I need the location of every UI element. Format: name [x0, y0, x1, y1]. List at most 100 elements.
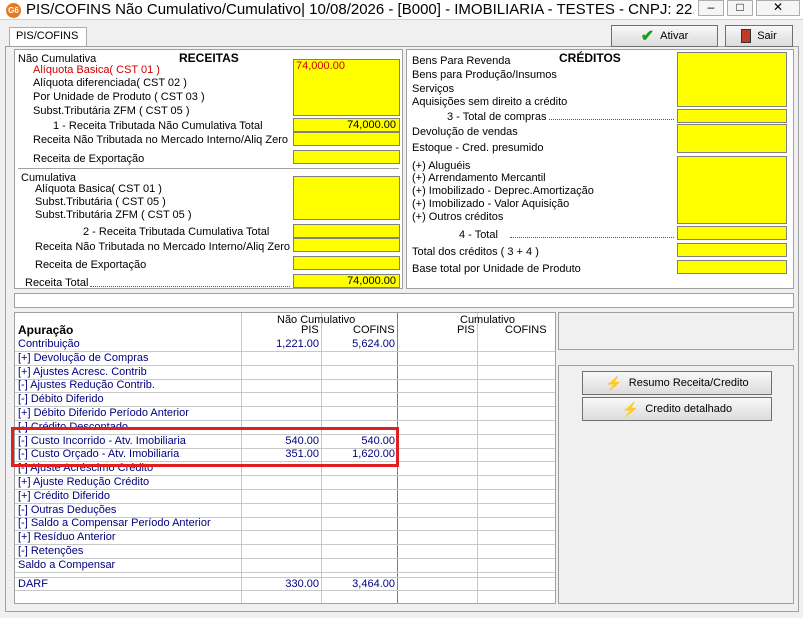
- darf-cofins: 3,464.00: [352, 578, 395, 590]
- apuracao-row[interactable]: [-] Outras Deduções: [15, 504, 555, 518]
- total-compras-label: 3 - Total de compras: [447, 111, 547, 123]
- lightning-icon: ⚡: [605, 374, 623, 391]
- activate-button[interactable]: ✔ Ativar: [611, 25, 718, 47]
- devolucao-label: Devolução de vendas: [412, 126, 518, 138]
- credit-label: Aquisições sem direito a crédito: [412, 96, 568, 108]
- credit-label: (+) Outros créditos: [412, 211, 504, 223]
- nc-cofins-value: [323, 559, 395, 572]
- checkmark-icon: ✔: [640, 28, 655, 45]
- credit-label: (+) Aluguéis: [412, 160, 471, 172]
- cum-row-label: Subst.Tributária ( CST 05 ): [35, 196, 166, 208]
- highlight-box: [11, 427, 399, 467]
- nc-exportacao-label: Receita de Exportação: [33, 153, 145, 165]
- apuracao-row[interactable]: [-] Saldo a Compensar Período Anterior: [15, 517, 555, 532]
- apuracao-row[interactable]: [+] Ajuste Redução Crédito: [15, 476, 555, 490]
- exit-button[interactable]: Sair: [725, 25, 793, 47]
- nc-pis-value: [243, 559, 319, 572]
- apuracao-row[interactable]: [+] Devolução de Compras: [15, 352, 555, 366]
- exit-door-icon: [741, 29, 752, 43]
- nc-pis-header: PIS: [301, 324, 319, 336]
- cum-nao-tributada-label: Receita Não Tributada no Mercado Interno…: [35, 241, 290, 253]
- nc-row-label: Subst.Tributária ZFM ( CST 05 ): [33, 105, 190, 117]
- nc-exportacao-field[interactable]: [293, 150, 400, 164]
- apuracao-row[interactable]: [+] Ajustes Acresc. Contrib: [15, 366, 555, 380]
- nc-pis-value: [243, 366, 319, 379]
- minimize-button[interactable]: –: [698, 0, 724, 16]
- close-button[interactable]: ✕: [756, 0, 800, 16]
- apuracao-row-label: [-] Ajustes Redução Contrib.: [18, 379, 155, 392]
- dotted-leader: [90, 286, 290, 287]
- total-creditos-field[interactable]: [677, 243, 787, 257]
- nc-pis-value: [243, 379, 319, 392]
- nc-pis-value: [243, 352, 319, 365]
- apuracao-row-label: [+] Ajuste Redução Crédito: [18, 476, 150, 488]
- cum-basica-field[interactable]: [293, 176, 400, 220]
- credit-label: Serviços: [412, 83, 455, 95]
- cum-total-label: 2 - Receita Tributada Cumulativa Total: [83, 226, 270, 238]
- credit-label: (+) Arrendamento Mercantil: [412, 172, 546, 184]
- apuracao-row-label: [+] Devolução de Compras: [18, 351, 149, 364]
- base-label: Base total por Unidade de Produto: [412, 263, 581, 275]
- tab-pis-cofins[interactable]: PIS/COFINS: [9, 27, 87, 46]
- nc-pis-value: [243, 476, 319, 489]
- darf-row[interactable]: DARF 330.00 3,464.00: [15, 577, 555, 591]
- apuracao-row[interactable]: [-] Retenções: [15, 545, 555, 559]
- apuracao-row-label: [-] Débito Diferido: [18, 393, 104, 406]
- apuracao-row[interactable]: [+] Débito Diferido Período Anterior: [15, 407, 555, 421]
- credit-group1-field[interactable]: [677, 52, 787, 107]
- nc-cofins-value: 5,624.00: [352, 338, 395, 350]
- total4-field[interactable]: [677, 226, 787, 240]
- cum-total-field[interactable]: [293, 224, 400, 238]
- base-field[interactable]: [677, 260, 787, 274]
- total4-label: 4 - Total: [459, 229, 498, 241]
- apuracao-title: Apuração: [18, 323, 74, 337]
- devolucao-estoque-field[interactable]: [677, 124, 787, 153]
- nc-nao-tributada-field[interactable]: [293, 132, 400, 146]
- darf-pis: 330.00: [285, 578, 319, 590]
- cum-nao-tributada-field[interactable]: [293, 238, 400, 252]
- info-panel: [558, 312, 794, 350]
- total-compras-field[interactable]: [677, 109, 787, 123]
- cum-exportacao-label: Receita de Exportação: [35, 259, 147, 271]
- nc-cofins-value: [323, 407, 395, 420]
- status-strip: [14, 293, 794, 308]
- app-icon: G6: [6, 3, 21, 18]
- nc-nao-tributada-label: Receita Não Tributada no Mercado Interno…: [33, 134, 288, 146]
- nc-pis-value: 1,221.00: [276, 338, 319, 350]
- nc-row-label: Por Unidade de Produto ( CST 03 ): [33, 91, 205, 103]
- nc-total-label: 1 - Receita Tributada Não Cumulativa Tot…: [53, 120, 263, 132]
- nc-cofins-header: COFINS: [353, 324, 395, 336]
- nc-pis-value: [243, 504, 319, 517]
- nc-pis-value: [243, 407, 319, 420]
- apuracao-row-label: [+] Débito Diferido Período Anterior: [18, 407, 189, 419]
- cum-exportacao-field[interactable]: [293, 256, 400, 270]
- nc-pis-value: [243, 545, 319, 558]
- window-title: PIS/COFINS Não Cumulativo/Cumulativo| 10…: [26, 1, 694, 18]
- receita-total-field[interactable]: 74,000.00: [293, 274, 400, 288]
- apuracao-row[interactable]: [+] Crédito Diferido: [15, 490, 555, 504]
- cum-cofins-header: COFINS: [505, 324, 547, 336]
- apuracao-row[interactable]: [-] Débito Diferido: [15, 393, 555, 408]
- nc-cofins-value: [323, 490, 395, 503]
- credit-group2-field[interactable]: [677, 156, 787, 224]
- apuracao-row[interactable]: Contribuição 1,221.00 5,624.00: [15, 338, 555, 352]
- creditos-title: CRÉDITOS: [559, 51, 621, 65]
- nc-pis-value: [243, 393, 319, 406]
- nc-cofins-value: [323, 504, 395, 517]
- dotted-leader: [549, 119, 674, 120]
- receitas-title: RECEITAS: [179, 51, 239, 65]
- apuracao-row[interactable]: Saldo a Compensar: [15, 559, 555, 573]
- maximize-button[interactable]: □: [727, 0, 753, 16]
- apuracao-row-label: [-] Outras Deduções: [18, 503, 117, 516]
- nc-cofins-value: [323, 545, 395, 558]
- apuracao-row[interactable]: [+] Resíduo Anterior: [15, 531, 555, 546]
- nc-basica-field[interactable]: 74,000.00: [293, 59, 400, 116]
- apuracao-row[interactable]: [-] Ajustes Redução Contrib.: [15, 379, 555, 394]
- nc-total-field[interactable]: 74,000.00: [293, 118, 400, 132]
- nc-cofins-value: [323, 366, 395, 379]
- apuracao-row-label: [+] Ajustes Acresc. Contrib: [18, 365, 147, 378]
- divider: [18, 168, 399, 169]
- resumo-button[interactable]: ⚡ Resumo Receita/Credito: [582, 371, 772, 395]
- darf-label: DARF: [18, 578, 48, 590]
- credito-detalhado-button[interactable]: ⚡ Credito detalhado: [582, 397, 772, 421]
